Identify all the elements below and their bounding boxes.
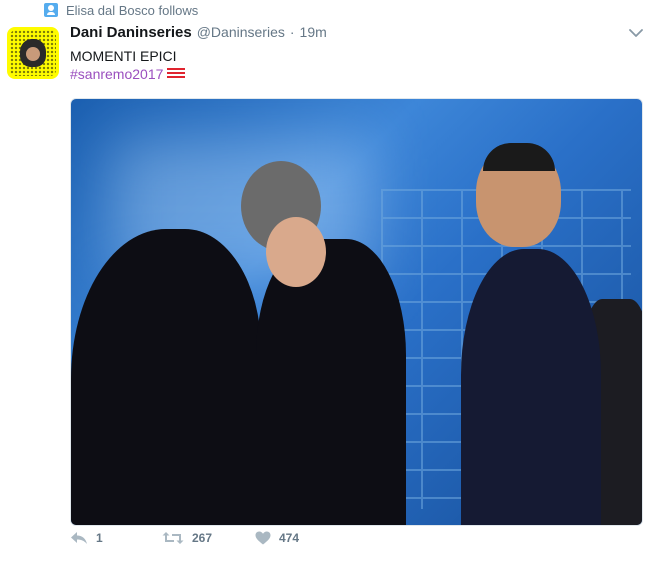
author-handle[interactable]: @Daninseries [197, 24, 285, 40]
author-name[interactable]: Dani Daninseries [70, 24, 192, 41]
person-right [461, 249, 601, 525]
person-left [71, 229, 261, 525]
tweet-header: Dani Daninseries @Daninseries · 19m [70, 24, 327, 41]
social-context-text[interactable]: Elisa dal Bosco follows [66, 3, 198, 18]
sanremo-hashflag-icon [166, 67, 186, 81]
avatar[interactable] [7, 27, 59, 79]
chevron-down-icon[interactable] [628, 26, 644, 40]
reply-button[interactable]: 1 [70, 531, 103, 545]
avatar-face-image [20, 39, 46, 67]
social-context: Elisa dal Bosco follows [44, 0, 198, 20]
heart-icon [255, 531, 271, 545]
hashtag-link[interactable]: #sanremo2017 [70, 66, 163, 82]
tweet-media-photo[interactable] [70, 98, 643, 526]
tweet-text: MOMENTI EPICI [70, 48, 177, 64]
person-center [256, 239, 406, 525]
reply-icon [71, 532, 87, 544]
person-center-face [266, 217, 326, 287]
tweet-timestamp[interactable]: 19m [300, 24, 327, 40]
follow-user-icon [44, 3, 58, 17]
retweet-count: 267 [192, 531, 213, 545]
person-right-hair [483, 143, 555, 171]
hashtag-line: #sanremo2017 [70, 66, 186, 82]
retweet-icon [162, 532, 184, 544]
reply-count: 1 [96, 531, 103, 545]
retweet-button[interactable]: 267 [162, 531, 212, 545]
header-separator: · [289, 24, 295, 40]
like-count: 474 [279, 531, 300, 545]
like-button[interactable]: 474 [255, 531, 299, 545]
